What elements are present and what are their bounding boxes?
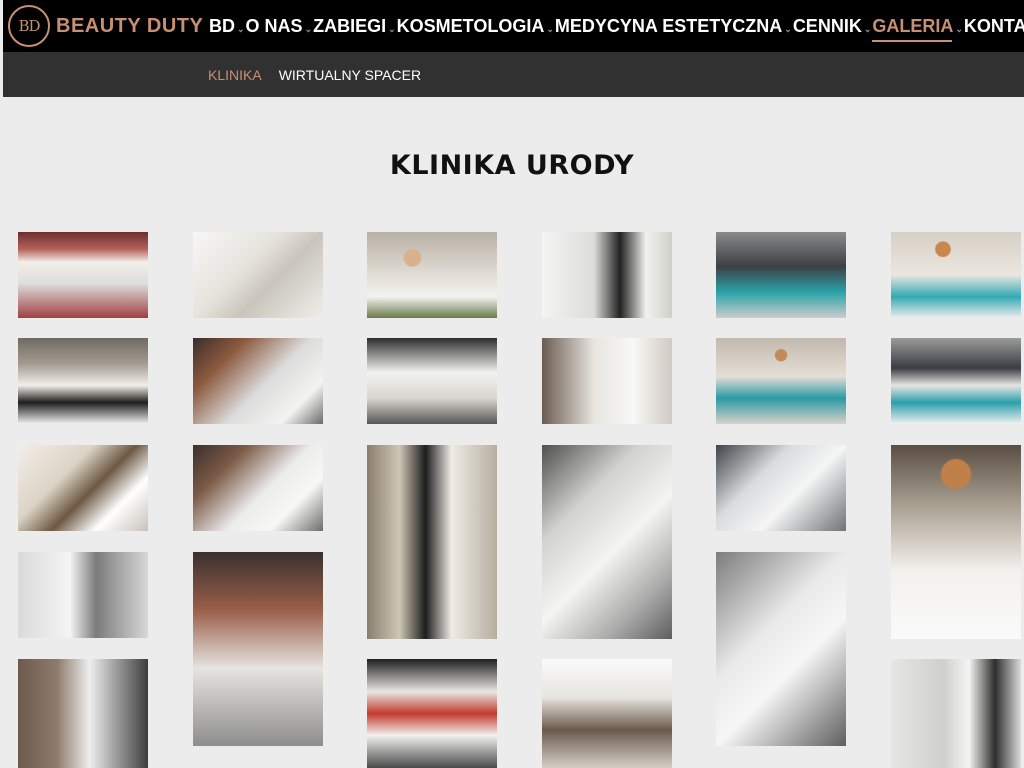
nav-item-label: BD (209, 15, 235, 36)
gallery-photo-reception-desk[interactable] (367, 232, 497, 318)
nav-item-bd[interactable]: BD ⌄ (209, 0, 246, 52)
chevron-down-icon: ⌄ (388, 23, 396, 34)
gallery-photo-treatment-room-curtain[interactable] (542, 338, 672, 424)
gallery-photo-device-screen[interactable] (716, 445, 846, 531)
chevron-down-icon: ⌄ (863, 23, 872, 34)
nav-item-zabiegi[interactable]: ZABIEGI ⌄ (313, 0, 397, 52)
nav-item-label: KOSMETOLOGIA (396, 15, 545, 36)
nav-item-label: O NAS (245, 15, 303, 36)
gallery-photo-cosmetology-room[interactable] (367, 445, 497, 639)
gallery-photo-team-reception[interactable] (18, 338, 148, 424)
nav-item-kontakt[interactable]: KONTAKT (964, 0, 1024, 52)
nav-item-label: CENNIK (792, 15, 862, 36)
gallery-photo-lobby[interactable] (716, 338, 846, 424)
gallery-photo-treatment-bed[interactable] (193, 232, 323, 318)
gallery-photo-clinic-storefront[interactable] (18, 232, 148, 318)
main-menu: BD ⌄ O NAS ⌄ ZABIEGI ⌄ KOSMETOLOGIA ⌄ ME… (209, 0, 1024, 52)
nav-item-kosmetologia[interactable]: KOSMETOLOGIA ⌄ (397, 0, 555, 52)
nav-item-medycyna-estetyczna[interactable]: MEDYCYNA ESTETYCZNA ⌄ (555, 0, 793, 52)
page-title: KLINIKA URODY (389, 150, 635, 181)
sub-navigation-bar: KLINIKA WIRTUALNY SPACER (3, 52, 1024, 97)
gallery-photo-treatment-room-white[interactable] (542, 232, 672, 318)
gallery-photo-team-at-desk[interactable] (891, 445, 1021, 639)
chevron-down-icon: ⌄ (237, 23, 245, 34)
nav-item-label: GALERIA (872, 15, 954, 36)
gallery-photo-laser-room[interactable] (367, 338, 497, 424)
top-navigation-bar: BD BEAUTY DUTY BD ⌄ O NAS ⌄ ZABIEGI ⌄ KO… (3, 0, 1024, 52)
gallery-photo-device-closeup[interactable] (542, 445, 672, 639)
gallery-photo-corridor[interactable] (542, 659, 672, 768)
gallery-submenu: KLINIKA WIRTUALNY SPACER (208, 52, 421, 97)
gallery-photo-treatment-room-tall[interactable] (193, 552, 323, 746)
subnav-item-klinika[interactable]: KLINIKA (208, 67, 262, 83)
nav-item-label: KONTAKT (963, 15, 1024, 36)
gallery-photo-changing-room[interactable] (18, 659, 148, 768)
chevron-down-icon: ⌄ (955, 23, 963, 34)
nav-item-galeria[interactable]: GALERIA ⌄ (872, 0, 964, 52)
gallery-photo-reception-lounge[interactable] (891, 232, 1021, 318)
gallery-photo-waiting-area[interactable] (716, 232, 846, 318)
gallery-photo-treatment-room-mural[interactable] (193, 338, 323, 424)
gallery-photo-treatment-room-device[interactable] (193, 445, 323, 531)
gallery-photo-device-handpiece[interactable] (716, 552, 846, 746)
nav-item-label: ZABIEGI (313, 15, 387, 36)
gallery-photo-lobby-screen[interactable] (891, 338, 1021, 424)
nav-item-label: MEDYCYNA ESTETYCZNA (554, 15, 783, 36)
chevron-down-icon: ⌄ (546, 23, 554, 34)
logo-mark: BD (8, 5, 50, 47)
nav-item-cennik[interactable]: CENNIK ⌄ (793, 0, 873, 52)
gallery-photo-promo-banner[interactable] (367, 659, 497, 768)
gallery-photo-treatment-room[interactable] (18, 552, 148, 638)
nav-item-o-nas[interactable]: O NAS ⌄ (246, 0, 314, 52)
gallery-photo-bathroom[interactable] (18, 445, 148, 531)
gallery-photo-specialist[interactable] (891, 659, 1021, 768)
chevron-down-icon: ⌄ (784, 23, 792, 34)
brand-logo[interactable]: BD BEAUTY DUTY (8, 5, 203, 47)
logo-text: BEAUTY DUTY (56, 14, 204, 37)
subnav-item-wirtualny-spacer[interactable]: WIRTUALNY SPACER (279, 67, 421, 83)
chevron-down-icon: ⌄ (304, 23, 313, 34)
